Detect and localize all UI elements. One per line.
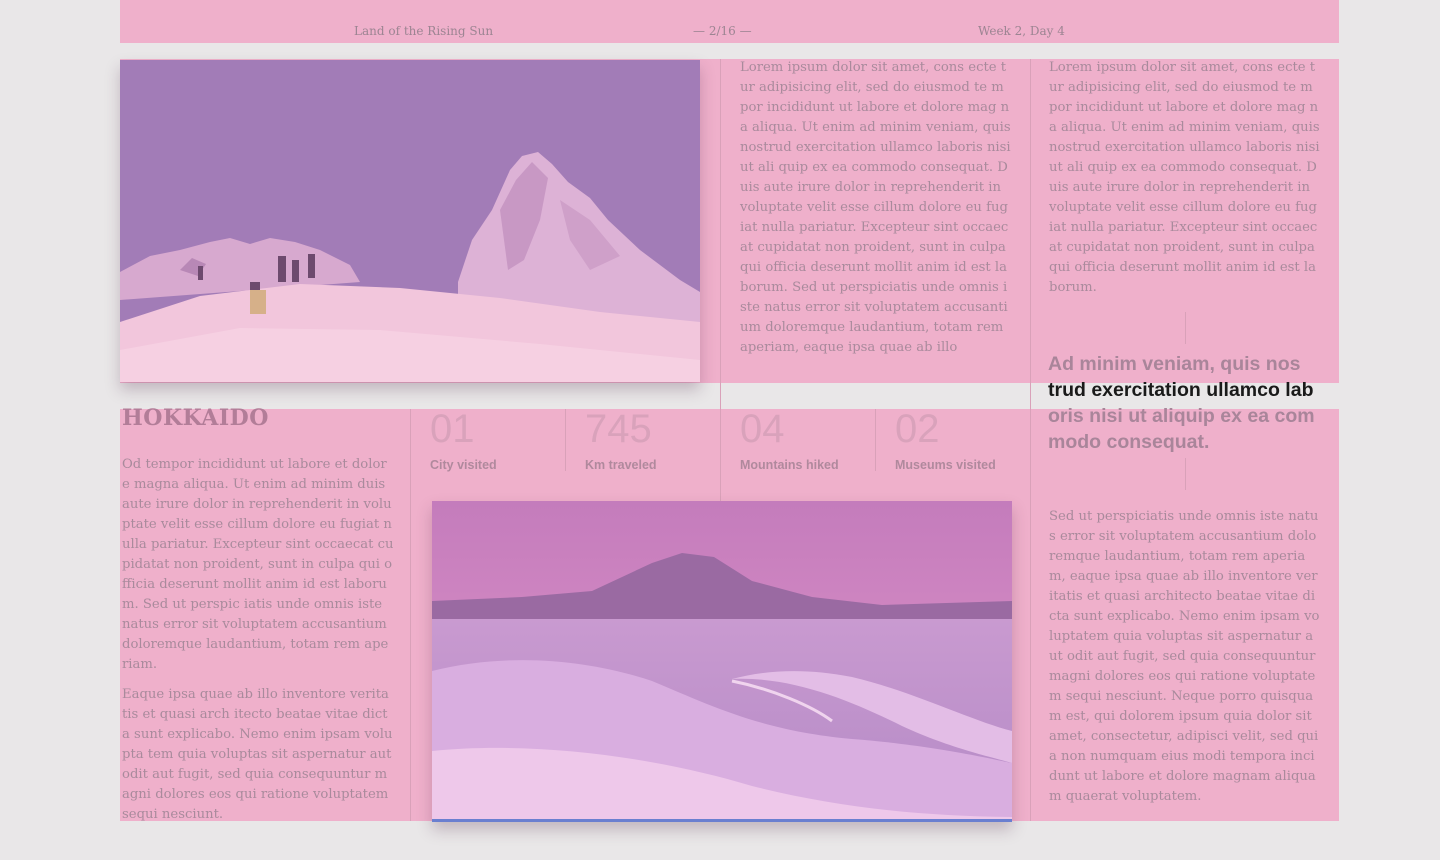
pull-quote-part1: Ad minim veniam, quis nos xyxy=(1048,353,1301,375)
stat-label-km: Km traveled xyxy=(585,458,657,472)
stat-label-cities: City visited xyxy=(430,458,497,472)
page-header: Land of the Rising Sun — 2/16 — Week 2, … xyxy=(120,0,1339,43)
snow-hikers-image xyxy=(120,60,700,382)
quote-rule xyxy=(1185,312,1186,344)
stat-divider xyxy=(565,409,566,471)
stat-value-mountains: 04 xyxy=(740,407,785,451)
header-trip-title: Land of the Rising Sun xyxy=(354,24,494,38)
stat-value-km: 745 xyxy=(585,407,652,451)
pull-quote-part3: oris nisi ut aliquip ex ea com modo cons… xyxy=(1048,405,1315,453)
pull-quote-part2: trud exercitation ullamco lab xyxy=(1048,379,1314,401)
article-paragraph-1: Od tempor incididunt ut labore et dolore… xyxy=(122,457,394,672)
column-right-bottom-text: Sed ut perspiciatis unde omnis iste natu… xyxy=(1049,509,1320,804)
pull-quote: Ad minim veniam, quis nos trud exercitat… xyxy=(1048,351,1318,455)
photo-snow-hikers xyxy=(120,60,700,382)
stat-label-mountains: Mountains hiked xyxy=(740,458,839,472)
stat-divider xyxy=(875,409,876,471)
header-page-number: — 2/16 — xyxy=(693,24,752,38)
quote-rule xyxy=(1185,458,1186,490)
photo-lake-mountain xyxy=(432,501,1012,822)
lake-mountain-image xyxy=(432,501,1012,822)
article-title: HOKKAIDO xyxy=(122,405,269,431)
stat-value-museums: 02 xyxy=(895,407,940,451)
stat-label-museums: Museums visited xyxy=(895,458,996,472)
column-right-top-text: Lorem ipsum dolor sit amet, cons ecte tu… xyxy=(1049,60,1320,295)
stat-value-cities: 01 xyxy=(430,407,475,451)
article-paragraph-2: Eaque ipsa quae ab illo inventore verita… xyxy=(122,687,393,822)
column-mid-text: Lorem ipsum dolor sit amet, cons ecte tu… xyxy=(740,60,1011,355)
column-divider xyxy=(1030,59,1031,821)
header-date: Week 2, Day 4 xyxy=(978,24,1065,38)
column-divider xyxy=(410,409,411,821)
